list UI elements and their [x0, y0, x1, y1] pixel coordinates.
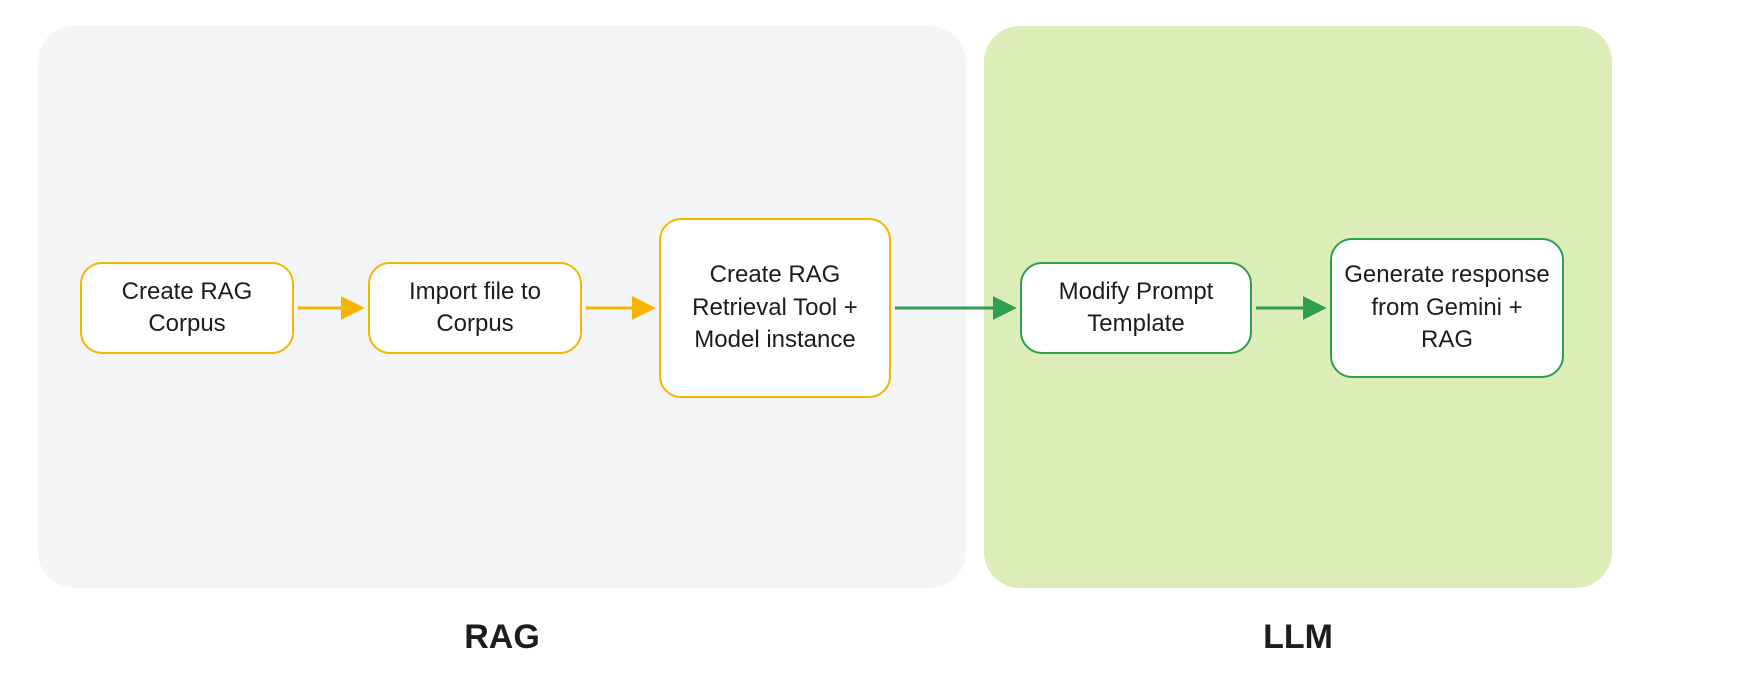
node-create-rag-corpus: Create RAG Corpus: [80, 262, 294, 354]
node-label: Create RAG Corpus: [92, 276, 282, 341]
node-label: Generate response from Gemini + RAG: [1342, 259, 1552, 356]
node-modify-prompt-template: Modify Prompt Template: [1020, 262, 1252, 354]
node-label: Create RAG Retrieval Tool + Model instan…: [671, 259, 879, 356]
node-label: Modify Prompt Template: [1032, 276, 1240, 341]
node-generate-response: Generate response from Gemini + RAG: [1330, 238, 1564, 378]
llm-section-label: LLM: [984, 618, 1612, 657]
node-import-file-corpus: Import file to Corpus: [368, 262, 582, 354]
rag-section-label: RAG: [38, 618, 966, 657]
node-create-retrieval-tool: Create RAG Retrieval Tool + Model instan…: [659, 218, 891, 398]
node-label: Import file to Corpus: [380, 276, 570, 341]
diagram-canvas: RAG LLM Create RAG Corpus Import file to…: [0, 0, 1760, 700]
